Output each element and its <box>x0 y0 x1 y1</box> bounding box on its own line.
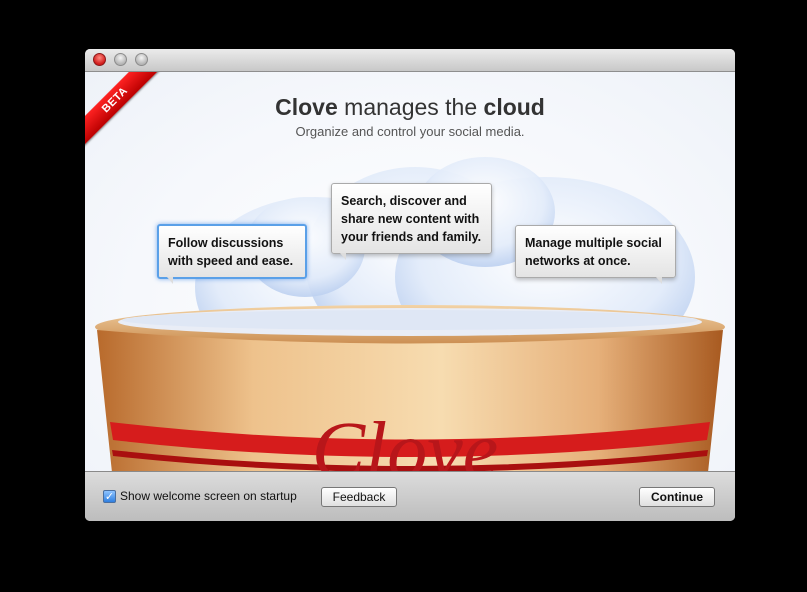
show-welcome-checkbox[interactable]: ✓ <box>103 490 116 503</box>
welcome-window: Clove BETA Clove manages the cloud Organ… <box>85 49 735 521</box>
bubble-line: Search, discover and <box>341 194 467 208</box>
title-brand: Clove <box>275 94 338 120</box>
feature-bubble-discussions[interactable]: Follow discussions with speed and ease. <box>157 224 307 284</box>
bubble-line: Follow discussions <box>168 236 284 250</box>
feedback-button[interactable]: Feedback <box>321 487 397 507</box>
page-subtitle: Organize and control your social media. <box>295 124 525 139</box>
show-welcome-label[interactable]: Show welcome screen on startup <box>120 489 297 503</box>
page-title: Clove manages the cloud <box>85 94 735 121</box>
welcome-content: Clove BETA Clove manages the cloud Organ… <box>85 72 735 471</box>
bubble-line: Manage multiple social <box>525 236 662 250</box>
minimize-window-button[interactable] <box>114 53 127 66</box>
bowl-logo-text: Clove <box>312 407 499 471</box>
bubble-line: share new content with <box>341 212 480 226</box>
title-middle: manages the <box>337 94 484 120</box>
close-window-button[interactable] <box>93 53 106 66</box>
continue-button[interactable]: Continue <box>639 487 715 507</box>
feature-bubble-networks[interactable]: Manage multiple social networks at once. <box>515 225 676 284</box>
titlebar <box>85 49 735 72</box>
bubble-line: networks at once. <box>525 254 631 268</box>
zoom-window-button[interactable] <box>135 53 148 66</box>
bubble-line: with speed and ease. <box>168 254 294 268</box>
footer-bar: ✓ Show welcome screen on startup Feedbac… <box>85 471 735 521</box>
bubble-line: your friends and family. <box>341 230 482 244</box>
title-emph: cloud <box>483 94 545 120</box>
feature-bubble-search[interactable]: Search, discover and share new content w… <box>331 183 492 260</box>
